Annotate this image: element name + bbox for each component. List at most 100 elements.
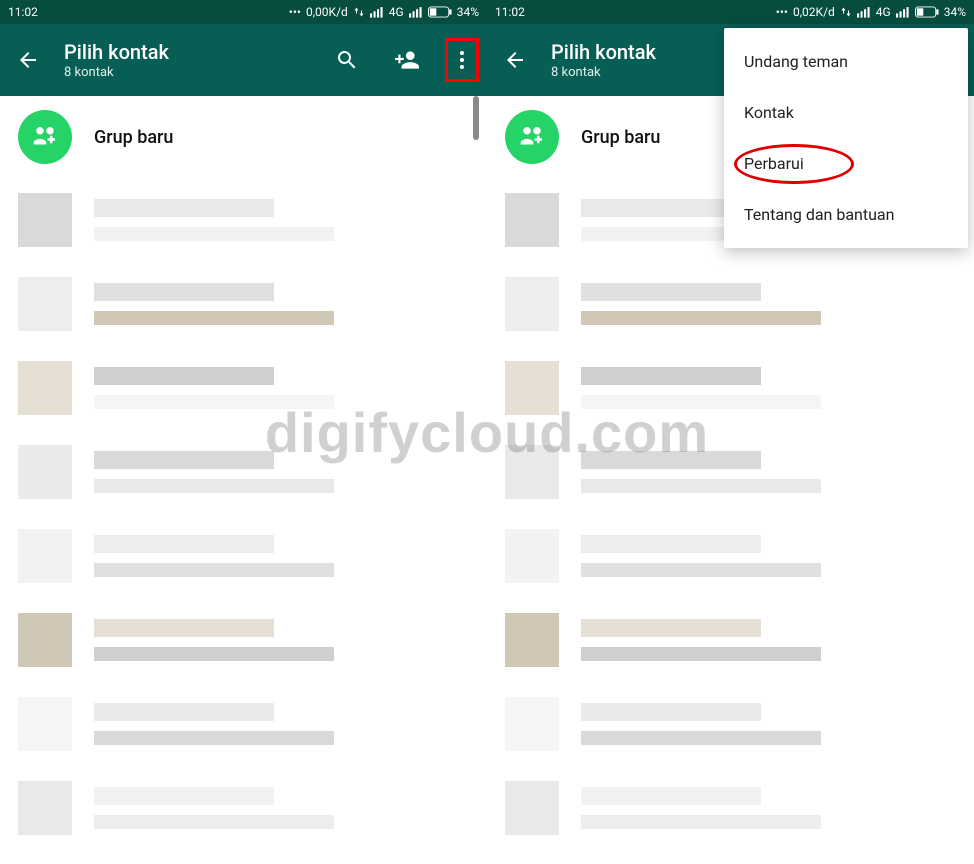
list-item[interactable]	[487, 682, 974, 766]
avatar-placeholder	[505, 613, 559, 667]
text-placeholder	[94, 227, 334, 241]
text-placeholder	[94, 815, 334, 829]
signal-icon-2	[896, 6, 910, 18]
new-contact-button[interactable]	[385, 38, 429, 82]
text-placeholder	[581, 395, 821, 409]
menu-item[interactable]: Undang teman	[724, 36, 968, 87]
text-placeholder	[581, 787, 761, 805]
list-item[interactable]	[0, 598, 487, 682]
list-item[interactable]	[487, 514, 974, 598]
text-placeholder	[581, 311, 821, 325]
list-item[interactable]	[487, 346, 974, 430]
avatar-placeholder	[505, 697, 559, 751]
list-item[interactable]	[0, 514, 487, 598]
text-placeholder	[581, 815, 821, 829]
screen-right: 11:02 ••• 0,02K/d 4G 34% Pilih kontak 8 …	[487, 0, 974, 864]
text-placeholder	[94, 367, 274, 385]
avatar-placeholder	[18, 193, 72, 247]
list-item[interactable]	[0, 766, 487, 850]
back-button[interactable]	[495, 40, 535, 80]
menu-item[interactable]: Tentang dan bantuan	[724, 189, 968, 240]
status-battery: 34%	[457, 5, 479, 19]
status-network: 4G	[876, 5, 891, 19]
new-group-avatar	[18, 110, 72, 164]
status-data-rate: 0,00K/d	[306, 5, 348, 19]
menu-item[interactable]: Perbarui	[724, 138, 968, 189]
status-bar: 11:02 ••• 0,02K/d 4G 34%	[487, 0, 974, 24]
status-network: 4G	[389, 5, 404, 19]
avatar-placeholder	[505, 781, 559, 835]
list-item[interactable]	[487, 430, 974, 514]
text-placeholder	[94, 563, 334, 577]
battery-icon	[428, 6, 452, 18]
list-item[interactable]	[0, 262, 487, 346]
appbar-title: Pilih kontak	[64, 41, 169, 63]
list-item[interactable]	[0, 178, 487, 262]
new-group-label: Grup baru	[94, 127, 173, 148]
appbar-title: Pilih kontak	[551, 41, 656, 63]
list-item[interactable]	[0, 682, 487, 766]
menu-item-label: Undang teman	[744, 52, 848, 71]
text-placeholder	[581, 283, 761, 301]
group-add-icon	[30, 122, 60, 152]
text-placeholder	[581, 367, 761, 385]
avatar-placeholder	[18, 613, 72, 667]
text-placeholder	[94, 395, 334, 409]
avatar-placeholder	[18, 361, 72, 415]
screen-left: 11:02 ••• 0,00K/d 4G 34% Pilih kontak 8 …	[0, 0, 487, 864]
text-placeholder	[94, 619, 274, 637]
contact-list-blurred	[487, 178, 974, 850]
signal-icon-2	[409, 6, 423, 18]
avatar-placeholder	[18, 697, 72, 751]
menu-item-label: Kontak	[744, 103, 794, 122]
menu-item-label: Tentang dan bantuan	[744, 205, 894, 224]
add-person-icon	[394, 47, 420, 73]
more-options-button[interactable]	[445, 38, 479, 82]
status-dots: •••	[289, 5, 301, 19]
avatar-placeholder	[18, 445, 72, 499]
app-bar: Pilih kontak 8 kontak	[0, 24, 487, 96]
text-placeholder	[94, 647, 334, 661]
battery-icon	[915, 6, 939, 18]
text-placeholder	[94, 787, 274, 805]
menu-item[interactable]: Kontak	[724, 87, 968, 138]
more-vert-icon	[450, 48, 474, 72]
status-battery: 34%	[944, 5, 966, 19]
avatar-placeholder	[505, 361, 559, 415]
overflow-menu: Undang teman Kontak Perbarui Tentang dan ba…	[724, 28, 968, 248]
new-group-label: Grup baru	[581, 127, 660, 148]
content-area: Grup baru	[0, 96, 487, 864]
updown-icon	[840, 6, 852, 18]
list-item[interactable]	[0, 346, 487, 430]
search-button[interactable]	[325, 38, 369, 82]
text-placeholder	[581, 731, 821, 745]
list-item[interactable]	[0, 430, 487, 514]
text-placeholder	[581, 647, 821, 661]
text-placeholder	[581, 451, 761, 469]
text-placeholder	[581, 479, 821, 493]
new-group-row[interactable]: Grup baru	[0, 96, 487, 178]
search-icon	[335, 48, 359, 72]
text-placeholder	[94, 311, 334, 325]
text-placeholder	[581, 619, 761, 637]
avatar-placeholder	[505, 445, 559, 499]
back-button[interactable]	[8, 40, 48, 80]
list-item[interactable]	[487, 766, 974, 850]
text-placeholder	[94, 451, 274, 469]
status-time: 11:02	[495, 5, 525, 19]
text-placeholder	[94, 703, 274, 721]
list-item[interactable]	[487, 598, 974, 682]
avatar-placeholder	[505, 193, 559, 247]
status-data-rate: 0,02K/d	[793, 5, 835, 19]
avatar-placeholder	[505, 529, 559, 583]
arrow-back-icon	[16, 48, 40, 72]
avatar-placeholder	[18, 529, 72, 583]
text-placeholder	[94, 535, 274, 553]
avatar-placeholder	[505, 277, 559, 331]
avatar-placeholder	[18, 277, 72, 331]
list-item[interactable]	[487, 262, 974, 346]
new-group-avatar	[505, 110, 559, 164]
scroll-indicator[interactable]	[473, 96, 479, 140]
text-placeholder	[94, 479, 334, 493]
appbar-subtitle: 8 kontak	[551, 65, 656, 80]
